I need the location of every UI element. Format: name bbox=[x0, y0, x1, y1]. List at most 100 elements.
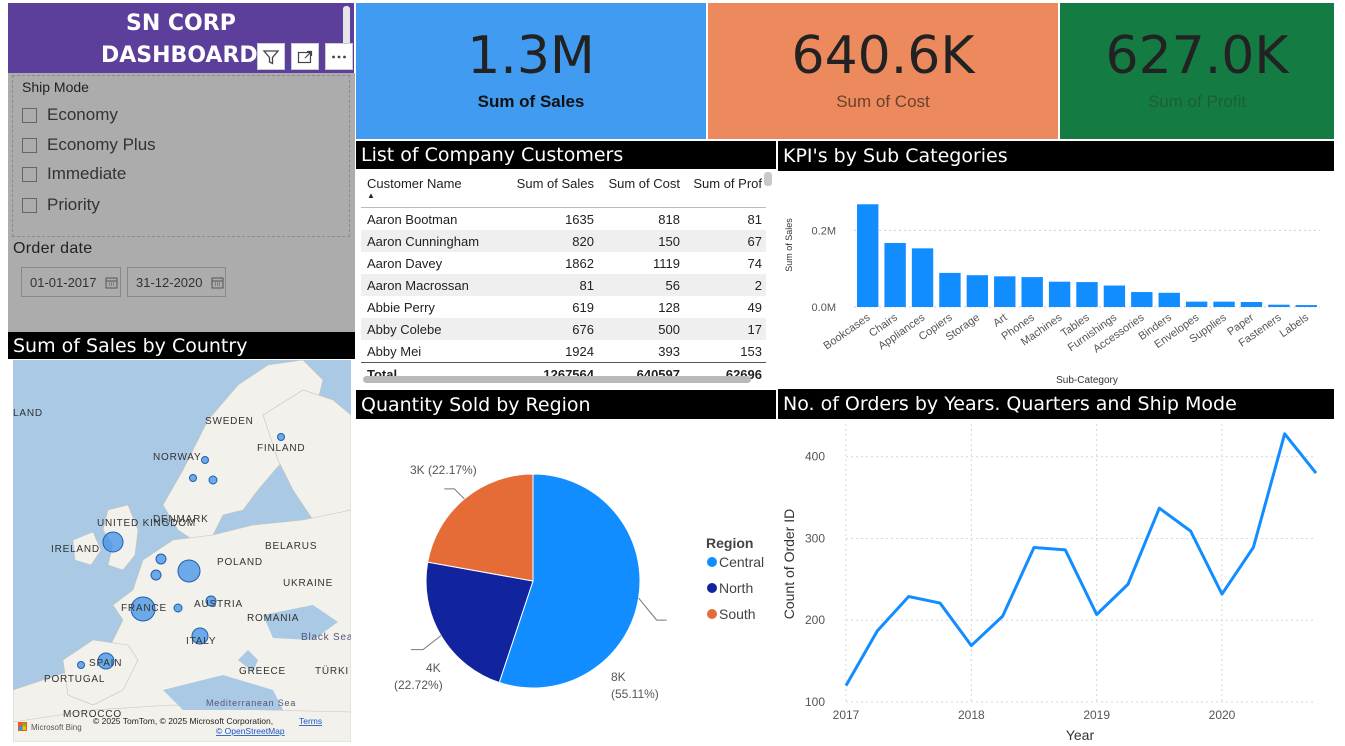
filter-button[interactable] bbox=[257, 43, 285, 70]
customer-name-cell: Aaron Cunningham bbox=[367, 233, 480, 249]
map-label: ROMANIA bbox=[247, 613, 299, 624]
sort-desc-icon: ▲ bbox=[367, 191, 375, 200]
calendar-icon[interactable] bbox=[211, 276, 224, 289]
map-label: GREECE bbox=[239, 666, 286, 677]
bar[interactable] bbox=[1048, 281, 1071, 307]
checkbox[interactable] bbox=[22, 107, 37, 123]
table-row[interactable]: Aaron Davey 1862 1119 74 bbox=[361, 252, 766, 274]
bar[interactable] bbox=[994, 276, 1016, 307]
legend-marker[interactable] bbox=[707, 557, 717, 567]
legend-label[interactable]: South bbox=[719, 606, 756, 622]
date-to-input[interactable]: 31-12-2020 bbox=[127, 267, 226, 297]
bar[interactable] bbox=[1076, 282, 1098, 307]
x-axis-title: Sub-Category bbox=[1056, 375, 1118, 386]
more-icon bbox=[332, 55, 346, 58]
region-panel-title: Quantity Sold by Region bbox=[356, 390, 776, 419]
bar[interactable] bbox=[884, 242, 906, 307]
customer-name-cell: Abbie Perry bbox=[367, 299, 435, 315]
bar[interactable] bbox=[1185, 301, 1208, 307]
table-horizontal-scrollbar[interactable] bbox=[363, 376, 751, 383]
map-label: LAND bbox=[13, 408, 43, 419]
sales-cell: 1635 bbox=[565, 211, 594, 227]
y-tick-label: 200 bbox=[805, 613, 825, 627]
y-tick-label: 400 bbox=[805, 450, 825, 464]
map-label: Black Sea bbox=[301, 632, 351, 643]
pie-slice[interactable] bbox=[427, 473, 534, 582]
checkbox[interactable] bbox=[22, 137, 37, 153]
legend-label[interactable]: Central bbox=[719, 554, 764, 570]
y-tick-label: 0.2M bbox=[812, 225, 836, 237]
legend-title: Region bbox=[706, 535, 753, 551]
table-row[interactable]: Aaron Macrossan 81 56 2 bbox=[361, 274, 766, 296]
y-axis-title: Count of Order ID bbox=[781, 509, 797, 620]
bar[interactable] bbox=[939, 272, 961, 307]
title-scrollbar[interactable] bbox=[343, 6, 350, 46]
option-label: Economy Plus bbox=[47, 135, 156, 154]
y-tick-label: 0.0M bbox=[812, 302, 836, 314]
table-row[interactable]: Abbie Perry 619 128 49 bbox=[361, 296, 766, 318]
map-label: SWEDEN bbox=[205, 416, 254, 427]
x-tick-label: 2020 bbox=[1209, 708, 1236, 722]
checkbox[interactable] bbox=[22, 197, 37, 213]
kpi-card-sales: 1.3M Sum of Sales bbox=[356, 3, 706, 139]
map-canvas[interactable]: LAND SWEDEN FINLAND NORWAY UNITED KINGDO… bbox=[13, 360, 351, 742]
bar[interactable] bbox=[1295, 305, 1317, 307]
slicer-option-priority[interactable]: Priority bbox=[22, 195, 100, 215]
focus-mode-button[interactable] bbox=[291, 43, 319, 70]
orders-line-chart[interactable]: 100 200 300 400 2017 2018 2019 2020 Year Count of… bbox=[778, 419, 1334, 744]
table-row[interactable]: Abby Mei 1924 393 153 bbox=[361, 340, 766, 362]
bar[interactable] bbox=[1131, 292, 1153, 307]
sales-cell: 81 bbox=[579, 277, 594, 293]
slicer-option-immediate[interactable]: Immediate bbox=[22, 164, 126, 184]
sub-category-bar-chart[interactable]: 0.0M0.2MBookcasesChairsAppliancesCopiers… bbox=[778, 171, 1334, 387]
map-label: NORWAY bbox=[153, 452, 202, 463]
leader-line bbox=[638, 597, 667, 621]
bar[interactable] bbox=[1021, 277, 1043, 307]
more-options-button[interactable] bbox=[325, 43, 353, 70]
slice-pct: (55.11%) bbox=[611, 687, 659, 701]
map-label: SPAIN bbox=[89, 658, 122, 669]
legend-label[interactable]: North bbox=[719, 580, 753, 596]
column-header-cost[interactable]: Sum of Cost bbox=[594, 176, 680, 191]
legend-marker[interactable] bbox=[707, 583, 717, 593]
sales-cell: 820 bbox=[572, 233, 594, 249]
terms-link[interactable]: Terms bbox=[299, 716, 322, 726]
bar[interactable] bbox=[1103, 285, 1126, 307]
column-header-customer[interactable]: Customer Name ▲ bbox=[361, 176, 498, 201]
region-pie-chart[interactable]: 8K (55.11%) 4K (22.72%) 3K (22.17%) Region Cen… bbox=[356, 421, 776, 741]
x-tick-label: 2017 bbox=[833, 708, 860, 722]
column-header-profit[interactable]: Sum of Prof bbox=[680, 176, 762, 191]
table-vertical-scrollbar[interactable] bbox=[764, 172, 772, 186]
checkbox[interactable] bbox=[22, 166, 37, 182]
column-header-sales[interactable]: Sum of Sales bbox=[498, 176, 594, 191]
date-to-value: 31-12-2020 bbox=[136, 274, 203, 290]
bar[interactable] bbox=[911, 248, 934, 307]
filter-icon bbox=[262, 49, 280, 65]
europe-map[interactable]: LAND SWEDEN FINLAND NORWAY UNITED KINGDO… bbox=[13, 360, 351, 742]
table-row[interactable]: Aaron Cunningham 820 150 67 bbox=[361, 230, 766, 252]
bar[interactable] bbox=[857, 204, 879, 307]
customer-name-cell: Abby Colebe bbox=[367, 321, 442, 337]
bar[interactable] bbox=[1240, 302, 1263, 307]
title-line1: SN CORP bbox=[126, 11, 236, 36]
option-label: Economy bbox=[47, 105, 118, 124]
map-label: Mediterranean Sea bbox=[206, 698, 296, 708]
slicer-option-economy-plus[interactable]: Economy Plus bbox=[22, 135, 156, 155]
map-label: PORTUGAL bbox=[44, 674, 105, 685]
osm-link[interactable]: © OpenStreetMap bbox=[216, 726, 285, 736]
x-axis-title: Year bbox=[1066, 727, 1095, 743]
calendar-icon[interactable] bbox=[105, 276, 118, 289]
customer-name-cell: Aaron Bootman bbox=[367, 211, 458, 227]
slicer-option-economy[interactable]: Economy bbox=[22, 105, 118, 125]
bar[interactable] bbox=[1268, 304, 1290, 307]
table-row[interactable]: Abby Colebe 676 500 17 bbox=[361, 318, 766, 340]
table-row[interactable]: Aaron Bootman 1635 818 81 bbox=[361, 208, 766, 230]
sales-cell: 1924 bbox=[565, 343, 594, 359]
slicer-header: Ship Mode bbox=[22, 79, 89, 95]
bar[interactable] bbox=[1158, 292, 1180, 307]
expand-icon bbox=[297, 50, 313, 63]
bar[interactable] bbox=[1213, 301, 1235, 307]
legend-marker[interactable] bbox=[707, 609, 717, 619]
bar[interactable] bbox=[966, 275, 989, 307]
date-from-input[interactable]: 01-01-2017 bbox=[21, 267, 121, 297]
